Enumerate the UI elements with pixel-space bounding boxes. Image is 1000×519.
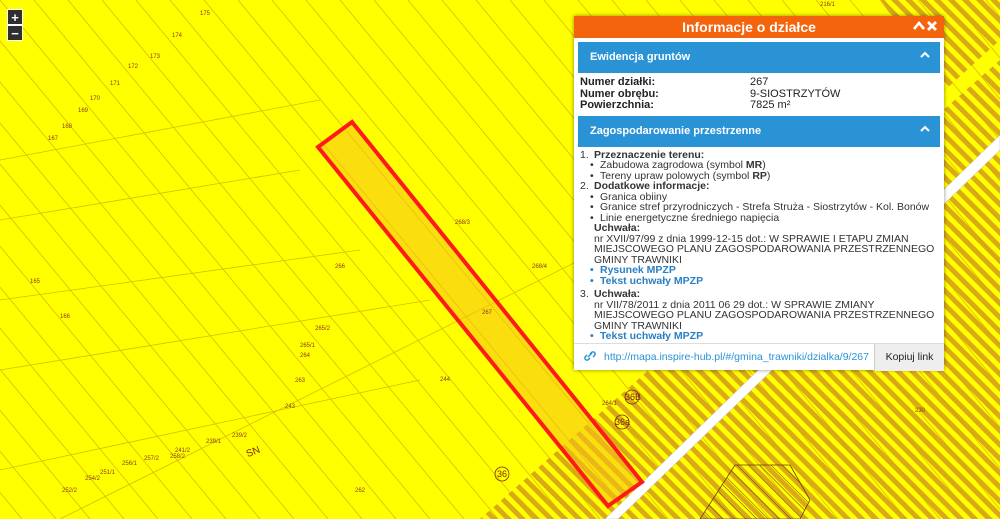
tekst-uchwaly-link[interactable]: Tekst uchwały MPZP <box>580 331 936 342</box>
uchwala-label: Uchwała: <box>594 222 641 234</box>
zoom-out-button[interactable]: − <box>7 25 23 41</box>
property-value: 267 <box>750 76 769 88</box>
parcel-number-label: 256/1 <box>122 461 138 467</box>
parcel-number-label: 268/3 <box>455 220 471 226</box>
section-title: Ewidencja gruntów <box>590 51 691 63</box>
property-label: Powierzchnia: <box>580 99 654 111</box>
parcel-number-label: 175 <box>200 11 211 17</box>
item-number: 3. <box>580 288 589 300</box>
parcel-number-label: 239/1 <box>206 439 222 445</box>
parcel-number-label: 165 <box>30 279 41 285</box>
uchwala-text: nr VII/78/2011 z dnia 2011 06 29 dot.: W… <box>594 298 935 332</box>
property-label: Numer działki: <box>580 76 656 88</box>
parcel-number-label: 172 <box>128 64 139 70</box>
symbol-marker: 36 <box>494 466 510 482</box>
parcel-number-label: 243 <box>285 404 296 410</box>
parcel-number-label: 266 <box>335 264 346 270</box>
parcel-number-label: 251/1 <box>100 470 116 476</box>
chevron-up-icon[interactable] <box>920 42 930 73</box>
parcel-number-label: 265/2 <box>315 326 331 332</box>
uchwala-text: nr XVII/97/99 z dnia 1999-12-15 dot.: W … <box>594 232 935 266</box>
list-item: 2. Dodatkowe informacje: <box>580 181 936 192</box>
parcel-number-label: 257/2 <box>144 456 160 462</box>
parcel-number-label: 258/2 <box>170 454 186 460</box>
close-icon[interactable] <box>925 18 939 34</box>
link-icon <box>584 349 596 363</box>
zoning-symbol: RP <box>752 169 767 182</box>
parcel-number-label: 244 <box>440 377 451 383</box>
chevron-up-icon[interactable] <box>920 116 930 147</box>
bullet-item: Linie energetyczne średniego napięcia <box>580 212 936 224</box>
symbol-marker: 36a <box>614 414 630 430</box>
symbol-label: 36a <box>615 417 630 427</box>
bullet-item: Tereny upraw polowych (symbol RP) <box>580 169 936 182</box>
ewidencja-properties: Numer działki: 267 Numer obrębu: 9-SIOST… <box>574 73 944 116</box>
parcel-number-label: 166 <box>60 314 71 320</box>
popup-title: Informacje o działce <box>682 19 816 35</box>
copy-link-button[interactable]: Kopiuj link <box>874 344 944 371</box>
popup-header: Informacje o działce <box>574 16 944 38</box>
parcel-number-label: 167 <box>48 136 59 142</box>
rysunek-mpzp-link[interactable]: Rysunek MPZP <box>580 265 936 276</box>
parcel-info-popup: Informacje o działce Ewidencja gruntów N… <box>574 16 944 371</box>
chevron-up-icon[interactable] <box>912 18 926 34</box>
property-value: 7825 m² <box>750 99 791 111</box>
symbol-marker: 36B <box>624 389 641 405</box>
parcel-number-label: 254/2 <box>85 476 101 482</box>
parcel-number-label: 173 <box>150 54 161 60</box>
zoom-in-button[interactable]: + <box>7 9 23 25</box>
parcel-number-label: 265/1 <box>300 343 316 349</box>
parcel-number-label: 171 <box>110 81 121 87</box>
parcel-number-label: 174 <box>172 33 183 39</box>
popup-footer: http://mapa.inspire-hub.pl/#/gmina_trawn… <box>574 343 944 371</box>
zagospodarowanie-content[interactable]: 1.Przeznaczenie terenu: Zabudowa zagrodo… <box>574 147 944 347</box>
parcel-url[interactable]: http://mapa.inspire-hub.pl/#/gmina_trawn… <box>604 344 876 371</box>
item-number: 2. <box>580 180 589 192</box>
bullet-item: Granice stref przyrodniczych - Strefa St… <box>580 202 936 213</box>
parcel-number-label: 239/2 <box>232 433 248 439</box>
bullet-text: Tereny upraw polowych (symbol <box>600 169 753 182</box>
parcel-number-label: 168 <box>62 124 73 130</box>
parcel-number-label: 170 <box>90 96 101 102</box>
parcel-number-label: 264 <box>300 353 311 359</box>
symbol-label: 36 <box>497 469 507 479</box>
parcel-number-label: 230 <box>915 408 926 414</box>
section-zagospodarowanie-header[interactable]: Zagospodarowanie przestrzenne <box>578 115 940 147</box>
section-ewidencja-header[interactable]: Ewidencja gruntów <box>578 42 940 73</box>
parcel-number-label: 262 <box>355 488 366 494</box>
parcel-number-label: 268/4 <box>532 264 548 270</box>
bullet-text: ) <box>766 169 771 182</box>
section-title: Zagospodarowanie przestrzenne <box>590 124 762 137</box>
list-item: 3. Uchwała: <box>580 289 936 300</box>
parcel-number-label: 267 <box>482 310 493 316</box>
symbol-label: 36B <box>625 392 641 402</box>
property-row: Powierzchnia: 7825 m² <box>580 99 936 112</box>
tekst-uchwaly-link[interactable]: Tekst uchwały MPZP <box>580 275 936 287</box>
parcel-number-label: 264/1 <box>602 401 618 407</box>
property-row: Numer działki: 267 <box>580 76 936 89</box>
parcel-number-label: 263 <box>295 378 306 384</box>
parcel-number-label: 252/2 <box>62 488 78 494</box>
parcel-number-label: 169 <box>78 108 89 114</box>
parcel-number-label: 216/1 <box>820 2 836 8</box>
